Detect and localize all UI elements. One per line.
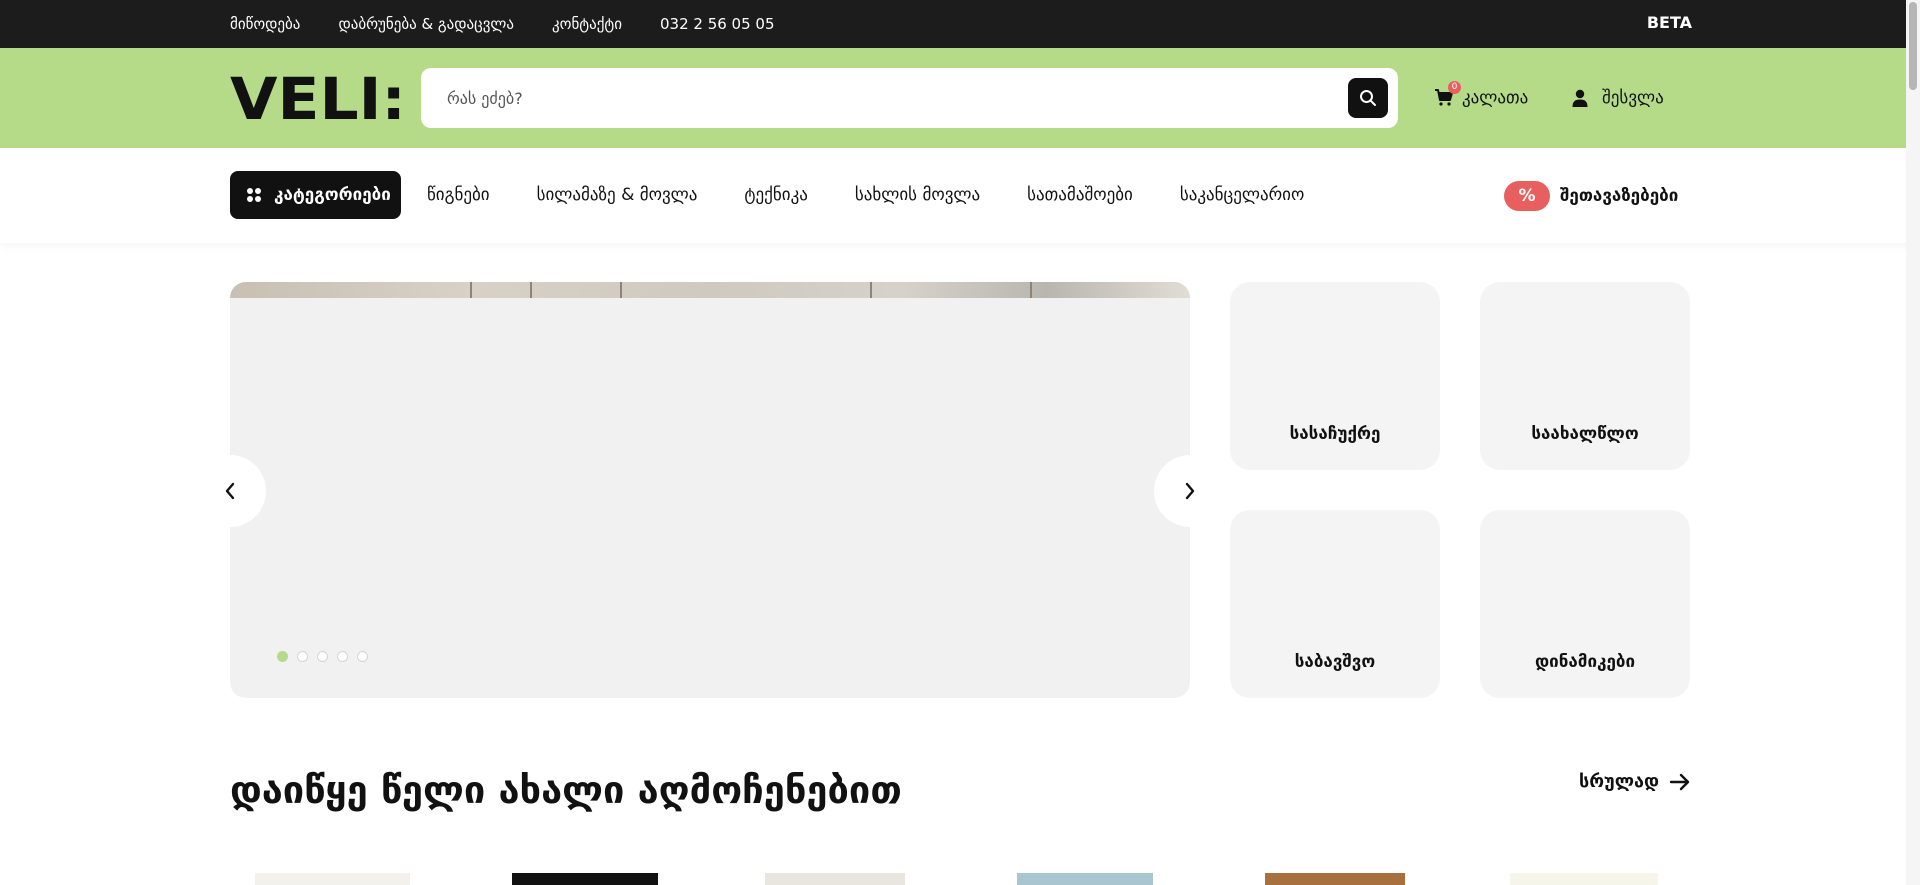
chevron-left-icon	[225, 482, 235, 500]
veli-logo[interactable]: VELI:	[230, 72, 406, 124]
see-all-label: სრულად	[1579, 771, 1660, 792]
top-links: მიწოდება დაბრუნება & გადაცვლა კონტაქტი 0…	[230, 0, 775, 48]
login-button[interactable]: შესვლა	[1572, 84, 1664, 112]
cart-count-badge: 0	[1448, 81, 1461, 94]
nav-link-books[interactable]: წიგნები	[427, 185, 490, 205]
hero-image-edge	[230, 282, 1190, 298]
product-image[interactable]	[765, 873, 905, 885]
product-image[interactable]	[1265, 873, 1405, 885]
nav-links: წიგნები სილამაზე & მოვლა ტექნიკა სახლის …	[427, 171, 1304, 219]
category-nav: კატეგორიები წიგნები სილამაზე & მოვლა ტექ…	[0, 148, 1920, 243]
scrollbar-thumb[interactable]	[1909, 2, 1917, 90]
nav-link-home-care[interactable]: სახლის მოვლა	[855, 185, 980, 205]
top-link-phone[interactable]: 032 2 56 05 05	[660, 15, 775, 33]
cart-button[interactable]: 0 კალათა	[1434, 81, 1529, 112]
deals-label: შეთავაზებები	[1560, 186, 1679, 206]
search-input[interactable]	[447, 68, 1307, 128]
top-link-delivery[interactable]: მიწოდება	[230, 15, 300, 33]
search-button[interactable]	[1348, 78, 1388, 118]
tile-gifts[interactable]: სასაჩუქრე	[1230, 282, 1440, 470]
categories-button[interactable]: კატეგორიები	[230, 171, 401, 219]
percent-icon: %	[1504, 181, 1550, 211]
nav-link-beauty[interactable]: სილამაზე & მოვლა	[537, 185, 698, 205]
slider-dots	[277, 651, 368, 662]
slider-dot[interactable]	[297, 651, 308, 662]
tile-new-year[interactable]: საახალწლო	[1480, 282, 1690, 470]
slider-next-button[interactable]	[1154, 455, 1226, 527]
logo-text: VELI:	[230, 72, 406, 124]
product-image[interactable]	[1510, 873, 1658, 885]
slider-dot[interactable]	[337, 651, 348, 662]
search-icon	[1360, 90, 1376, 106]
product-image[interactable]	[1017, 873, 1153, 885]
nav-link-electronics[interactable]: ტექნიკა	[744, 185, 807, 205]
cart-label: კალათა	[1462, 88, 1529, 108]
slider-dot[interactable]	[277, 651, 288, 662]
arrow-right-icon	[1669, 773, 1690, 790]
slider-dot[interactable]	[357, 651, 368, 662]
top-bar: მიწოდება დაბრუნება & გადაცვლა კონტაქტი 0…	[0, 0, 1920, 48]
header: VELI: 0 კალათა შესვლა	[0, 48, 1920, 148]
slider-dot[interactable]	[317, 651, 328, 662]
deals-link[interactable]: % შეთავაზებები	[1504, 181, 1678, 211]
see-all-link[interactable]: სრულად	[1579, 771, 1691, 792]
categories-label: კატეგორიები	[274, 185, 391, 205]
cart-icon: 0	[1434, 81, 1461, 109]
user-icon	[1572, 89, 1588, 107]
search-bar	[421, 68, 1398, 128]
product-image[interactable]	[255, 873, 410, 885]
section-title: დაიწყე წელი ახალი აღმოჩენებით	[230, 768, 902, 812]
grid-icon	[247, 188, 261, 202]
login-label: შესვლა	[1602, 88, 1664, 108]
top-link-returns[interactable]: დაბრუნება & გადაცვლა	[338, 15, 514, 33]
chevron-right-icon	[1185, 482, 1195, 500]
nav-link-toys[interactable]: სათამაშოები	[1027, 185, 1133, 205]
beta-label: BETA	[1646, 13, 1692, 32]
nav-link-stationery[interactable]: საკანცელარიო	[1180, 185, 1304, 205]
page-scrollbar[interactable]	[1906, 0, 1920, 885]
tile-kids[interactable]: საბავშვო	[1230, 510, 1440, 698]
hero-slider[interactable]	[230, 282, 1190, 698]
slider-prev-button[interactable]	[194, 455, 266, 527]
tile-speakers[interactable]: დინამიკები	[1480, 510, 1690, 698]
product-image[interactable]	[512, 873, 658, 885]
top-link-contact[interactable]: კონტაქტი	[552, 15, 622, 33]
